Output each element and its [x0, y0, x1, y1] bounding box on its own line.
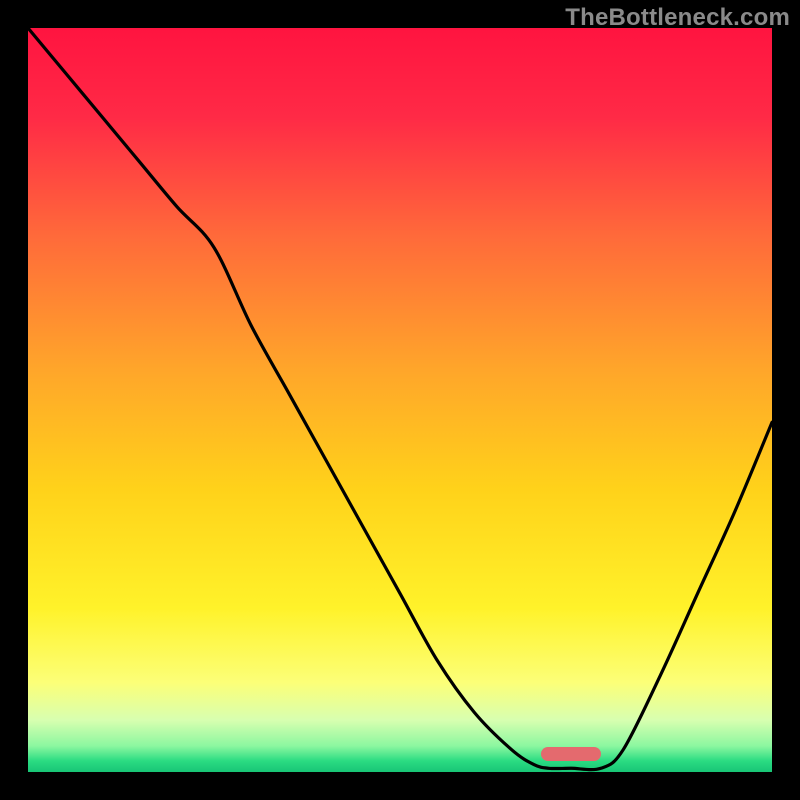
plot-area — [28, 28, 772, 772]
optimum-marker — [541, 747, 601, 761]
chart-frame: TheBottleneck.com — [0, 0, 800, 800]
bottleneck-curve — [28, 28, 772, 772]
